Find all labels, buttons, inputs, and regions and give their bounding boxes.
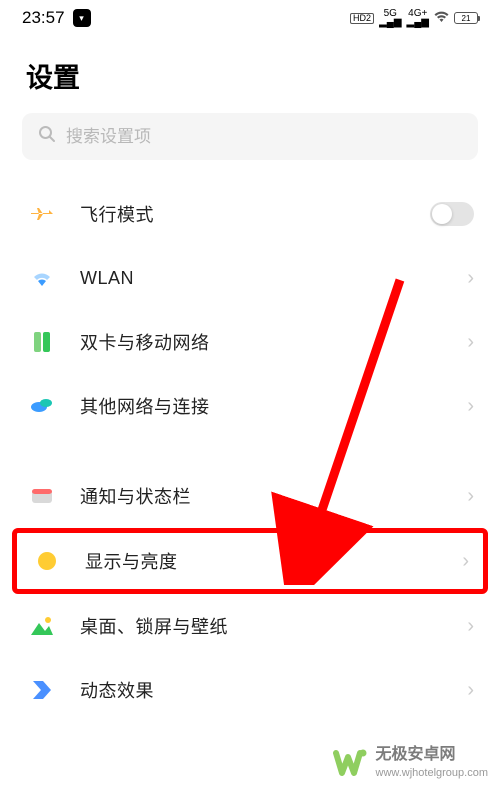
notification-bar-icon [28, 482, 56, 510]
search-input[interactable] [66, 127, 462, 147]
row-sim-network[interactable]: 双卡与移动网络 › [4, 310, 496, 374]
row-label: 显示与亮度 [85, 548, 462, 574]
status-bar: 23:57 ▾ HD2 5G▂▄▆ 4G+▂▄▆ 21 [0, 0, 500, 32]
notification-dropdown-icon: ▾ [73, 9, 91, 27]
search-icon [38, 125, 56, 148]
signal-2: 4G+▂▄▆ [407, 9, 429, 27]
link-icon [28, 392, 56, 420]
motion-icon [28, 676, 56, 704]
watermark-logo-icon [330, 743, 370, 783]
row-wlan[interactable]: WLAN › [4, 246, 496, 310]
row-home-lock-wallpaper[interactable]: 桌面、锁屏与壁纸 › [4, 594, 496, 658]
row-motion-effects[interactable]: 动态效果 › [4, 658, 496, 722]
page-title: 设置 [0, 32, 500, 113]
row-label: 其他网络与连接 [80, 393, 467, 419]
settings-list: 飞行模式 WLAN › 双卡与移动网络 › 其他网络与连接 › 通知与状态栏 › [0, 182, 500, 722]
row-airplane-mode[interactable]: 飞行模式 [4, 182, 496, 246]
signal-1: 5G▂▄▆ [379, 9, 401, 27]
chevron-right-icon: › [462, 550, 469, 573]
chevron-right-icon: › [467, 485, 474, 508]
watermark-title: 无极安卓网 [376, 745, 489, 766]
row-label: 动态效果 [80, 677, 467, 703]
wifi-icon [434, 11, 449, 26]
wallpaper-icon [28, 612, 56, 640]
sun-icon [33, 547, 61, 575]
wifi-icon [28, 264, 56, 292]
row-label: 双卡与移动网络 [80, 329, 467, 355]
chevron-right-icon: › [467, 267, 474, 290]
row-label: 飞行模式 [80, 201, 430, 227]
watermark-url: www.wjhotelgroup.com [376, 766, 489, 780]
chevron-right-icon: › [467, 615, 474, 638]
chevron-right-icon: › [467, 331, 474, 354]
watermark: 无极安卓网 www.wjhotelgroup.com [330, 743, 489, 783]
row-display-brightness[interactable]: 显示与亮度 › [17, 533, 483, 589]
hd-badge: HD2 [350, 13, 374, 24]
row-notifications[interactable]: 通知与状态栏 › [4, 464, 496, 528]
sim-icon [28, 328, 56, 356]
row-label: WLAN [80, 268, 467, 289]
row-label: 桌面、锁屏与壁纸 [80, 613, 467, 639]
chevron-right-icon: › [467, 395, 474, 418]
search-box[interactable] [22, 113, 478, 160]
row-other-network[interactable]: 其他网络与连接 › [4, 374, 496, 438]
status-right: HD2 5G▂▄▆ 4G+▂▄▆ 21 [350, 9, 478, 27]
airplane-icon [28, 200, 56, 228]
highlight-box: 显示与亮度 › [12, 528, 488, 594]
chevron-right-icon: › [467, 679, 474, 702]
status-time: 23:57 [22, 8, 65, 28]
airplane-toggle[interactable] [430, 202, 474, 226]
row-label: 通知与状态栏 [80, 483, 467, 509]
battery-icon: 21 [454, 12, 478, 24]
